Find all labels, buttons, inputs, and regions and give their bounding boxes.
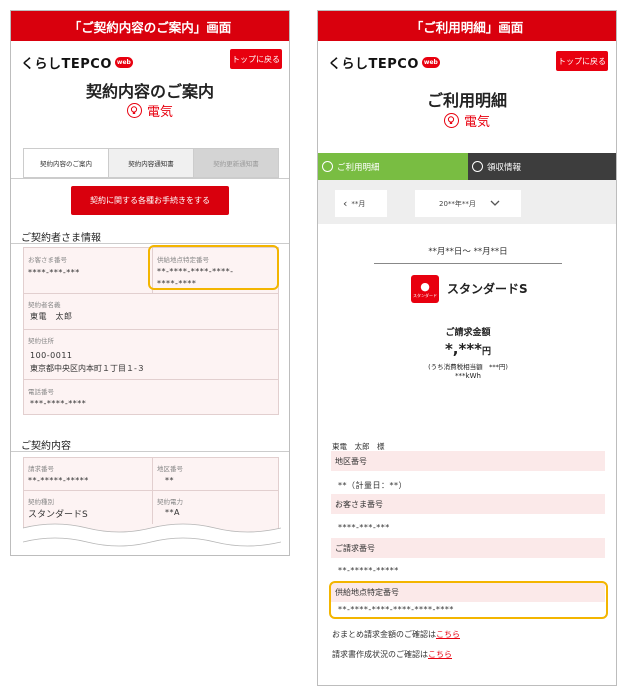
page-title: 契約内容のご案内 [85, 82, 214, 101]
billing-no-label: 請求番号 [28, 465, 54, 473]
contractor-section-title: ご契約者さま情報 [21, 233, 101, 244]
billing-amount: *,***円 [328, 339, 608, 358]
service-type: 電気 [11, 101, 289, 120]
kurashi-tepco-logo[interactable]: くらしTEPCO web [328, 53, 440, 72]
tab-usage-details[interactable]: ご利用明細 [318, 153, 468, 180]
usage-details-screen: 「ご利用明細」画面 くらしTEPCO web トップに戻る ご利用明細 電気 ご… [317, 10, 617, 686]
service-label: 電気 [463, 115, 490, 130]
billing-amount-value: *,*** [444, 340, 483, 358]
contract-power-value: **A [165, 508, 180, 517]
tab-receipt-info-label: 領収情報 [487, 162, 522, 173]
light-bulb-icon: ● [420, 279, 430, 293]
section-divider [11, 243, 289, 244]
plan-name: スタンダードS [447, 282, 528, 296]
page-title: ご利用明細 [426, 91, 507, 110]
yen-unit: 円 [482, 347, 492, 357]
web-badge-icon: web [421, 57, 440, 68]
contract-procedures-button[interactable]: 契約に関する各種お手続きをする [71, 186, 229, 215]
address-label: 契約住所 [28, 337, 54, 345]
tab-usage-details-label: ご利用明細 [337, 162, 380, 173]
tab-divider [11, 178, 289, 179]
phone-value: ***-****-**** [30, 399, 87, 408]
contract-type-label: 契約種別 [28, 498, 54, 506]
back-to-top-button[interactable]: トップに戻る [556, 51, 608, 71]
area-no-label: 地区番号 [157, 465, 183, 473]
tab-contract-info[interactable]: 契約内容のご案内 [24, 149, 109, 177]
receipt-icon [472, 161, 483, 172]
logo-text: くらしTEPCO [328, 57, 419, 72]
plan-icon: ● スタンダード [411, 275, 439, 303]
light-bulb-icon [126, 103, 142, 118]
kurashi-tepco-logo[interactable]: くらしTEPCO web [21, 53, 133, 72]
section-divider [11, 451, 289, 452]
invoice-status-label: 請求書作成状況のご確認は [332, 650, 428, 659]
period-underline [374, 263, 562, 264]
tab-receipt-info[interactable]: 領収情報 [468, 153, 616, 180]
back-to-top-button[interactable]: トップに戻る [230, 49, 282, 69]
address-value: 東京都中央区内本町１丁目１-３ [30, 364, 145, 373]
usage-details-icon [322, 161, 333, 172]
contractor-name-row: 契約者名義 東電 太郎 [24, 294, 278, 330]
chevron-down-icon [490, 199, 500, 208]
name-value: 東電 太郎 [30, 312, 73, 321]
billing-area-row: 請求番号 **-*****-***** 地区番号 ** [24, 458, 278, 491]
service-label: 電気 [146, 105, 173, 120]
postal-code: 100-0011 [30, 351, 73, 360]
usage-tabs: ご利用明細 領収情報 [318, 153, 616, 180]
usage-kwh: ***kWh [455, 372, 481, 380]
light-bulb-icon [443, 113, 459, 128]
billing-no-value: **-*****-***** [28, 476, 89, 485]
supply-point-highlight [329, 581, 608, 619]
billing-no-label: ご請求番号 [331, 538, 605, 558]
billing-amount-label: ご請求金額 [445, 328, 491, 338]
area-no-value: **（計量日：**） [338, 481, 407, 490]
customer-no-value: ****-***-*** [338, 523, 390, 532]
address-row: 契約住所 100-0011 東京都中央区内本町１丁目１-３ [24, 330, 278, 380]
plan-icon-text: スタンダード [413, 292, 437, 298]
month-select-value: 20**年**月 [439, 199, 476, 208]
screen-caption: 「ご利用明細」画面 [318, 11, 616, 41]
phone-row: 電話番号 ***-****-**** [24, 380, 278, 415]
billing-no-value: **-*****-***** [338, 566, 399, 575]
screen-caption: 「ご契約内容のご案内」画面 [11, 11, 289, 41]
name-label: 契約者名義 [28, 301, 61, 309]
contract-power-label: 契約電力 [157, 498, 183, 506]
invoice-status-text: 請求書作成状況のご確認はこちら [332, 649, 452, 660]
phone-label: 電話番号 [28, 388, 54, 396]
billing-summary-card: **月**日～ **月**日 ● スタンダード スタンダードS ご請求金額 *,… [328, 233, 608, 393]
supply-point-highlight [148, 245, 279, 290]
month-select[interactable]: 20**年**月 [415, 190, 521, 217]
contract-type-value: スタンダードS [28, 510, 88, 520]
contract-details-card: 請求番号 **-*****-***** 地区番号 ** 契約種別 スタンダードS… [23, 457, 281, 555]
tab-contract-notice[interactable]: 契約内容通知書 [109, 149, 194, 177]
chevron-left-icon: ‹ [343, 197, 348, 210]
service-type: 電気 [318, 111, 616, 130]
contract-tabs: 契約内容のご案内 契約内容通知書 契約更新通知書 [23, 148, 279, 178]
torn-edge-decoration [23, 523, 281, 555]
customer-no-label: お客さま番号 [28, 256, 67, 264]
tax-note: (うち消費税相当額 ***円) [428, 363, 508, 371]
area-no-value: ** [165, 476, 174, 485]
contract-info-screen: 「ご契約内容のご案内」画面 くらしTEPCO web トップに戻る 契約内容のご… [10, 10, 290, 556]
invoice-status-link[interactable]: こちら [428, 650, 452, 659]
prev-month-button[interactable]: ‹ **月 [335, 190, 387, 217]
customer-no-value: ****-***-*** [28, 268, 80, 277]
billing-period: **月**日～ **月**日 [428, 247, 508, 257]
contract-section-title: ご契約内容 [21, 441, 71, 452]
summary-billing-link[interactable]: こちら [436, 630, 460, 639]
logo-text: くらしTEPCO [21, 57, 112, 72]
summary-billing-label: おまとめ請求金額のご確認は [332, 630, 436, 639]
area-no-label: 地区番号 [331, 451, 605, 471]
prev-month-label: **月 [351, 199, 366, 208]
summary-billing-text: おまとめ請求金額のご確認はこちら [332, 629, 460, 640]
customer-no-label: お客さま番号 [331, 494, 605, 514]
web-badge-icon: web [114, 57, 133, 68]
tab-renewal-notice: 契約更新通知書 [194, 149, 278, 177]
